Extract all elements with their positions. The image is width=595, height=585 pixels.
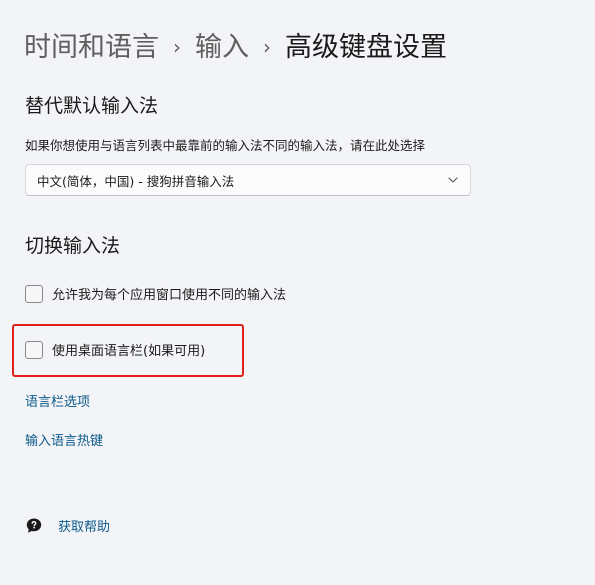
override-input-method-description: 如果你想使用与语言列表中最靠前的输入法不同的输入法，请在此处选择 — [25, 138, 426, 153]
breadcrumb-input[interactable]: 输入 — [195, 28, 249, 68]
highlight-annotation-box — [12, 324, 244, 377]
per-app-input-method-checkbox[interactable] — [25, 284, 43, 303]
per-app-input-method-label: 允许我为每个应用窗口使用不同的输入法 — [52, 288, 287, 303]
default-input-method-dropdown[interactable]: 中文(简体，中国) - 搜狗拼音输入法 — [25, 164, 471, 196]
page-title: 高级键盘设置 — [285, 32, 447, 63]
breadcrumb-separator: › — [173, 35, 181, 59]
input-language-hotkeys-link[interactable]: 输入语言热键 — [25, 430, 103, 449]
breadcrumb-separator: › — [263, 35, 271, 59]
chevron-down-icon — [448, 177, 458, 183]
language-bar-options-link[interactable]: 语言栏选项 — [25, 391, 90, 410]
breadcrumb: 时间和语言 › 输入 › 高级键盘设置 — [24, 28, 447, 68]
switch-input-method-heading: 切换输入法 — [25, 235, 121, 257]
per-app-input-method-option[interactable]: 允许我为每个应用窗口使用不同的输入法 — [25, 284, 286, 303]
help-chat-icon — [26, 518, 42, 533]
breadcrumb-time-language[interactable]: 时间和语言 — [24, 28, 159, 68]
override-input-method-heading: 替代默认输入法 — [25, 95, 159, 117]
default-input-method-selected-value: 中文(简体，中国) - 搜狗拼音输入法 — [37, 173, 235, 189]
get-help-label: 获取帮助 — [58, 520, 111, 535]
get-help-link[interactable]: 获取帮助 — [25, 516, 110, 535]
